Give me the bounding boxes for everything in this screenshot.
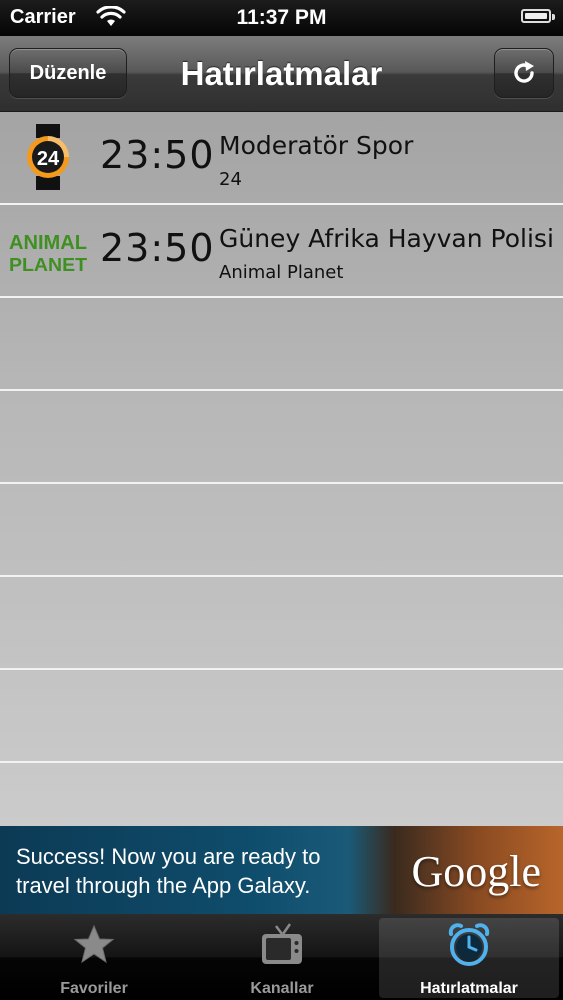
svg-text:ANIMAL: ANIMAL bbox=[9, 232, 87, 254]
reminder-list: 24 23:50 Moderatör Spor 24 ANIMAL PLANET… bbox=[0, 112, 563, 826]
svg-text:24: 24 bbox=[37, 148, 60, 170]
battery-icon bbox=[521, 9, 555, 23]
list-item[interactable]: ANIMAL PLANET 23:50 Güney Afrika Hayvan … bbox=[0, 205, 563, 298]
empty-row bbox=[0, 577, 563, 670]
navigation-bar: Düzenle Hatırlatmalar bbox=[0, 36, 563, 112]
refresh-button[interactable] bbox=[494, 48, 554, 98]
status-time: 11:37 PM bbox=[236, 6, 327, 29]
tab-kanallar[interactable]: Kanallar bbox=[192, 918, 372, 998]
star-icon bbox=[73, 924, 115, 964]
tv-icon bbox=[262, 923, 302, 964]
animal-planet-logo: ANIMAL PLANET bbox=[9, 232, 87, 275]
empty-row bbox=[0, 298, 563, 391]
tab-label: Favoriler bbox=[60, 980, 128, 997]
page-title: Hatırlatmalar bbox=[180, 55, 383, 92]
status-bar: Carrier 11:37 PM bbox=[0, 0, 563, 36]
svg-text:PLANET: PLANET bbox=[9, 255, 87, 275]
program-title: Güney Afrika Hayvan Polisi bbox=[219, 224, 554, 253]
ad-text: Success! Now you are ready to travel thr… bbox=[16, 842, 320, 900]
tab-hatirlatmalar[interactable]: Hatırlatmalar bbox=[379, 918, 559, 998]
ad-banner[interactable]: Success! Now you are ready to travel thr… bbox=[0, 826, 563, 914]
tab-label: Hatırlatmalar bbox=[420, 980, 518, 997]
empty-row bbox=[0, 484, 563, 577]
channel-name: 24 bbox=[219, 169, 242, 190]
ad-brand-logo: Google bbox=[411, 847, 541, 896]
tab-favoriler[interactable]: Favoriler bbox=[4, 918, 184, 998]
tab-label: Kanallar bbox=[250, 980, 314, 997]
refresh-icon bbox=[514, 61, 534, 83]
channel-name: Animal Planet bbox=[219, 262, 344, 283]
ad-line-1: Success! Now you are ready to bbox=[16, 844, 321, 869]
ad-line-2: travel through the App Galaxy. bbox=[16, 873, 311, 898]
program-title: Moderatör Spor bbox=[219, 131, 414, 160]
reminder-time: 23:50 bbox=[100, 133, 215, 177]
tab-bar: Favoriler Kanallar Hatırlatmalar bbox=[0, 914, 563, 1000]
empty-row bbox=[0, 391, 563, 484]
empty-row bbox=[0, 670, 563, 763]
alarm-clock-icon bbox=[448, 923, 490, 966]
list-item[interactable]: 24 23:50 Moderatör Spor 24 bbox=[0, 112, 563, 205]
reminder-time: 23:50 bbox=[100, 226, 215, 270]
channel-24-logo: 24 bbox=[27, 124, 69, 190]
